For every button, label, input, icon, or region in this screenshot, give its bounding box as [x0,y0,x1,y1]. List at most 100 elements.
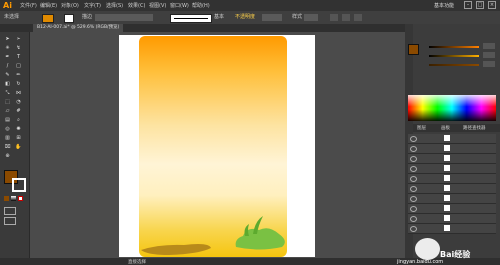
b-slider[interactable] [429,64,479,66]
rotate-icon[interactable]: ↻ [15,81,22,87]
layer-row[interactable] [408,154,496,164]
r-value-field[interactable] [483,43,495,49]
style-label: 样式 [292,14,303,20]
eye-icon[interactable] [410,206,417,212]
eye-icon[interactable] [410,176,417,182]
eye-icon[interactable] [410,146,417,152]
layer-thumbnail [444,155,450,161]
draw-mode-icon[interactable] [4,207,16,215]
layer-row[interactable] [408,214,496,224]
selection-tool-icon[interactable]: ➤ [4,36,11,42]
menu-edit[interactable]: 编辑(E) [40,2,57,9]
artwork-shapes [141,216,285,255]
screen-mode-icon[interactable] [4,217,16,225]
baidu-paw-logo [415,238,440,260]
layer-row[interactable] [408,174,496,184]
layer-row[interactable] [408,184,496,194]
menu-select[interactable]: 选择(S) [106,2,123,9]
opacity-field[interactable] [262,14,282,21]
type-icon[interactable]: T [15,54,22,60]
brush-icon[interactable]: ✎ [4,72,11,78]
color-spectrum-shade [408,95,496,121]
artboard-icon[interactable]: ⊞ [15,135,22,141]
menu-effect[interactable]: 效果(C) [128,2,145,9]
menu-file[interactable]: 文件(F) [20,2,37,9]
eye-icon[interactable] [410,186,417,192]
maximize-icon[interactable]: □ [476,1,484,9]
align-icon[interactable] [330,14,338,21]
gradient-icon[interactable]: ▤ [4,117,11,123]
b-value-field[interactable] [483,61,495,67]
stroke-weight-field[interactable] [95,14,153,21]
arrange-icon[interactable] [354,14,362,21]
zoom-icon[interactable]: ⊕ [4,153,11,159]
r-slider[interactable] [429,46,479,48]
workspace-switcher[interactable]: 基本功能 [434,2,454,9]
slice-icon[interactable]: ⌧ [4,144,11,150]
tab-layers[interactable]: 图层 [417,125,426,131]
layer-row[interactable] [408,224,496,234]
layer-row[interactable] [408,134,496,144]
style-swatch[interactable] [304,14,318,21]
width-icon[interactable]: ⋈ [15,90,22,96]
free-transform-icon[interactable]: ⬚ [4,99,11,105]
close-icon[interactable]: × [488,1,496,9]
eyedropper-icon[interactable]: ⌕ [15,117,22,123]
mesh-icon[interactable]: # [15,108,22,114]
symbol-sprayer-icon[interactable]: ✺ [15,126,22,132]
eye-icon[interactable] [410,216,417,222]
rectangle-icon[interactable]: □ [15,63,22,69]
eye-icon[interactable] [410,226,417,232]
eye-icon[interactable] [410,196,417,202]
lasso-icon[interactable]: ↯ [15,45,22,51]
magic-wand-icon[interactable]: ✳ [4,45,11,51]
g-value-field[interactable] [483,52,495,58]
variable-width-profile[interactable] [170,14,212,23]
selection-label: 未选择 [4,14,20,20]
color-panel-swatch[interactable] [408,44,419,55]
layer-row[interactable] [408,164,496,174]
menu-type[interactable]: 文字(T) [84,2,101,9]
transform-icon[interactable] [342,14,350,21]
fill-swatch[interactable] [42,14,54,23]
color-mode-icon[interactable] [4,196,9,201]
status-mode: 直接选择 [128,260,146,265]
eraser-icon[interactable]: ◧ [4,81,11,87]
layer-row[interactable] [408,194,496,204]
layer-thumbnail [444,205,450,211]
eye-icon[interactable] [410,156,417,162]
menu-window[interactable]: 窗口(W) [170,2,189,9]
menu-view[interactable]: 视图(V) [149,2,166,9]
none-mode-icon[interactable] [18,196,23,201]
artwork[interactable] [139,36,287,257]
menu-object[interactable]: 对象(O) [61,2,79,9]
line-icon[interactable]: / [4,63,11,69]
minimize-icon[interactable]: – [464,1,472,9]
brush-profile[interactable]: 基本 [214,14,224,21]
hand-icon[interactable]: ✋ [15,144,22,150]
document-tab[interactable]: B12-AI-007.ai* @ 529.6% (RGB/预览) [33,24,124,32]
stroke-swatch[interactable] [64,14,74,23]
direct-selection-icon[interactable]: ➢ [15,36,22,42]
perspective-icon[interactable]: ▱ [4,108,11,114]
menu-help[interactable]: 帮助(H) [192,2,210,9]
g-slider[interactable] [429,55,479,57]
tab-pathfinder[interactable]: 路径查找器 [463,125,486,131]
stroke-color-box[interactable] [12,178,26,192]
layer-row[interactable] [408,144,496,154]
stroke-label: 描边 [82,14,93,20]
scale-icon[interactable]: ⤡ [4,90,11,96]
opacity-label[interactable]: 不透明度 [235,14,255,21]
eye-icon[interactable] [410,136,417,142]
shape-builder-icon[interactable]: ◔ [15,99,22,105]
watermark-brand: Bai经验 [440,250,471,259]
gradient-mode-icon[interactable] [11,196,16,201]
pencil-icon[interactable]: ✏ [15,72,22,78]
eye-icon[interactable] [410,166,417,172]
blend-icon[interactable]: ◎ [4,126,11,132]
pen-icon[interactable]: ✒ [4,54,11,60]
tab-artboards[interactable]: 画板 [441,125,450,131]
graph-icon[interactable]: ▥ [4,135,11,141]
layer-row[interactable] [408,204,496,214]
layer-thumbnail [444,225,450,231]
